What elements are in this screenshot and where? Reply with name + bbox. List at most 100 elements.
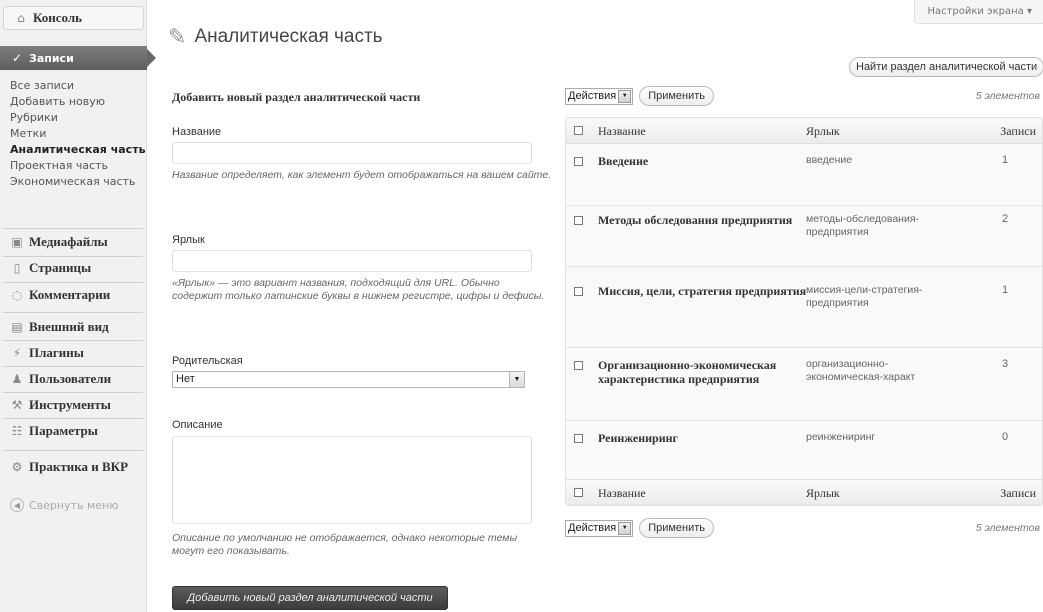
submenu-economic-part[interactable]: Экономическая часть <box>0 174 146 190</box>
menu-tools[interactable]: ⚒ Инструменты <box>0 395 146 415</box>
term-posts-count[interactable]: 1 <box>1002 154 1042 166</box>
menu-console[interactable]: ⌂ Консоль <box>3 6 144 30</box>
menu-practice-label: Практика и ВКР <box>29 459 129 474</box>
bulk-action-value: Действия <box>568 90 617 102</box>
menu-settings-label: Параметры <box>29 423 98 438</box>
chevron-down-icon: ▾ <box>1026 6 1032 17</box>
term-slug: организационно-экономическая-характ <box>806 358 916 383</box>
row-checkbox[interactable] <box>574 216 583 225</box>
menu-separator <box>3 282 143 283</box>
apply-button[interactable]: Применить <box>639 518 715 538</box>
add-term-heading: Добавить новый раздел аналитической част… <box>172 90 421 104</box>
menu-users[interactable]: ♟ Пользователи <box>0 369 146 389</box>
menu-posts[interactable]: ✓ Записи <box>0 46 156 70</box>
term-slug: введение <box>806 154 853 166</box>
term-slug: миссия-цели-стратегия-предприятия <box>806 284 923 309</box>
search-terms-button[interactable]: Найти раздел аналитической части <box>849 57 1043 77</box>
bulk-action-select[interactable]: Действия ▼ <box>565 519 634 537</box>
table-row: Организационно-экономическая характерист… <box>566 349 1042 421</box>
select-all-checkbox[interactable] <box>574 488 583 497</box>
slug-hint: «Ярлык» — это вариант названия, подходящ… <box>172 277 545 302</box>
submenu-categories[interactable]: Рубрики <box>0 110 146 126</box>
parent-select[interactable]: Нет ▼ <box>172 371 525 388</box>
plug-icon: ⚡ <box>12 346 22 360</box>
description-hint: Описание по умолчанию не отображается, о… <box>172 532 518 557</box>
term-name-link[interactable]: Реинжениринг <box>598 431 810 445</box>
description-label: Описание <box>172 419 223 431</box>
dropdown-arrow-icon: ▼ <box>618 89 632 103</box>
menu-plugins[interactable]: ⚡ Плагины <box>0 343 146 363</box>
screen-options-tab[interactable]: Настройки экрана ▾ <box>914 0 1043 24</box>
apply-button[interactable]: Применить <box>639 86 715 106</box>
submenu-analytic-part[interactable]: Аналитическая часть <box>0 142 146 158</box>
collapse-arrow-icon: ◀ <box>10 498 24 512</box>
collapse-menu-button[interactable]: ◀ Свернуть меню <box>10 498 119 512</box>
table-row: Реинжениринг реинжениринг 0 <box>566 422 1042 480</box>
admin-sidebar: ⌂ Консоль ✓ Записи Все записи Добавить н… <box>0 0 156 612</box>
term-posts-count[interactable]: 1 <box>1002 284 1042 296</box>
slug-input[interactable] <box>172 250 532 272</box>
term-name-link[interactable]: Введение <box>598 154 810 168</box>
term-posts-count[interactable]: 3 <box>1002 358 1042 370</box>
row-checkbox[interactable] <box>574 157 583 166</box>
column-name-header[interactable]: Название <box>598 124 646 139</box>
items-count: 5 элементов <box>975 522 1040 534</box>
row-checkbox[interactable] <box>574 361 583 370</box>
bulk-actions-bottom: Действия ▼ Применить <box>565 518 715 538</box>
submenu-add-new[interactable]: Добавить новую <box>0 94 146 110</box>
menu-posts-label: Записи <box>29 51 74 65</box>
select-all-checkbox[interactable] <box>574 126 583 135</box>
items-count: 5 элементов <box>975 90 1040 102</box>
menu-comments-label: Комментарии <box>29 287 111 302</box>
table-footer: Название Ярлык Записи <box>566 479 1042 505</box>
home-icon: ⌂ <box>17 11 25 25</box>
row-checkbox[interactable] <box>574 434 583 443</box>
column-posts-header[interactable]: Записи <box>1000 124 1036 139</box>
comment-bubble-icon: ◌ <box>11 288 23 302</box>
menu-separator <box>3 366 143 367</box>
menu-media[interactable]: ▣ Медиафайлы <box>0 232 146 252</box>
menu-console-label: Консоль <box>33 10 83 25</box>
dropdown-arrow-icon: ▼ <box>618 521 632 535</box>
menu-settings[interactable]: ☷ Параметры <box>0 421 146 441</box>
menu-plugins-label: Плагины <box>29 345 84 360</box>
submenu-project-part[interactable]: Проектная часть <box>0 158 146 174</box>
media-icon: ▣ <box>11 235 23 249</box>
parent-label: Родительская <box>172 355 243 367</box>
term-name-link[interactable]: Методы обследования предприятия <box>598 213 810 227</box>
term-name-link[interactable]: Миссия, цели, стратегия предприятия <box>598 284 810 298</box>
bulk-action-select[interactable]: Действия ▼ <box>565 87 634 105</box>
column-posts-footer[interactable]: Записи <box>1000 486 1036 501</box>
add-term-submit-button[interactable]: Добавить новый раздел аналитической част… <box>172 586 448 610</box>
name-input[interactable] <box>172 142 532 164</box>
term-name-link[interactable]: Организационно-экономическая характерист… <box>598 358 810 386</box>
submenu-tags[interactable]: Метки <box>0 126 146 142</box>
term-posts-count[interactable]: 0 <box>1002 431 1042 443</box>
menu-users-label: Пользователи <box>29 371 112 386</box>
column-name-footer[interactable]: Название <box>598 486 646 501</box>
pages-icon: ▯ <box>13 261 21 275</box>
menu-practice[interactable]: ⚙ Практика и ВКР <box>0 455 146 479</box>
menu-separator <box>3 256 143 257</box>
menu-comments[interactable]: ◌ Комментарии <box>0 285 146 305</box>
menu-appearance[interactable]: ▤ Внешний вид <box>0 317 146 337</box>
screen-options-label: Настройки экрана <box>927 6 1024 17</box>
collapse-menu-label: Свернуть меню <box>29 498 119 512</box>
pushpin-icon: ✎ <box>168 24 187 49</box>
bulk-action-value: Действия <box>568 522 617 534</box>
submenu-all-posts[interactable]: Все записи <box>0 78 146 94</box>
gear-icon: ⚙ <box>11 460 23 474</box>
posts-submenu: Все записи Добавить новую Рубрики Метки … <box>0 78 146 190</box>
column-slug-footer[interactable]: Ярлык <box>806 486 840 501</box>
menu-separator <box>3 392 143 393</box>
term-posts-count[interactable]: 2 <box>1002 213 1042 225</box>
bulk-actions-top: Действия ▼ Применить <box>565 86 715 106</box>
row-checkbox[interactable] <box>574 287 583 296</box>
menu-media-label: Медиафайлы <box>29 234 108 249</box>
menu-separator <box>3 418 143 419</box>
menu-pages[interactable]: ▯ Страницы <box>0 258 146 278</box>
term-slug: реинжениринг <box>806 431 876 443</box>
column-slug-header[interactable]: Ярлык <box>806 124 840 139</box>
description-textarea[interactable] <box>172 436 532 524</box>
appearance-icon: ▤ <box>11 320 23 334</box>
